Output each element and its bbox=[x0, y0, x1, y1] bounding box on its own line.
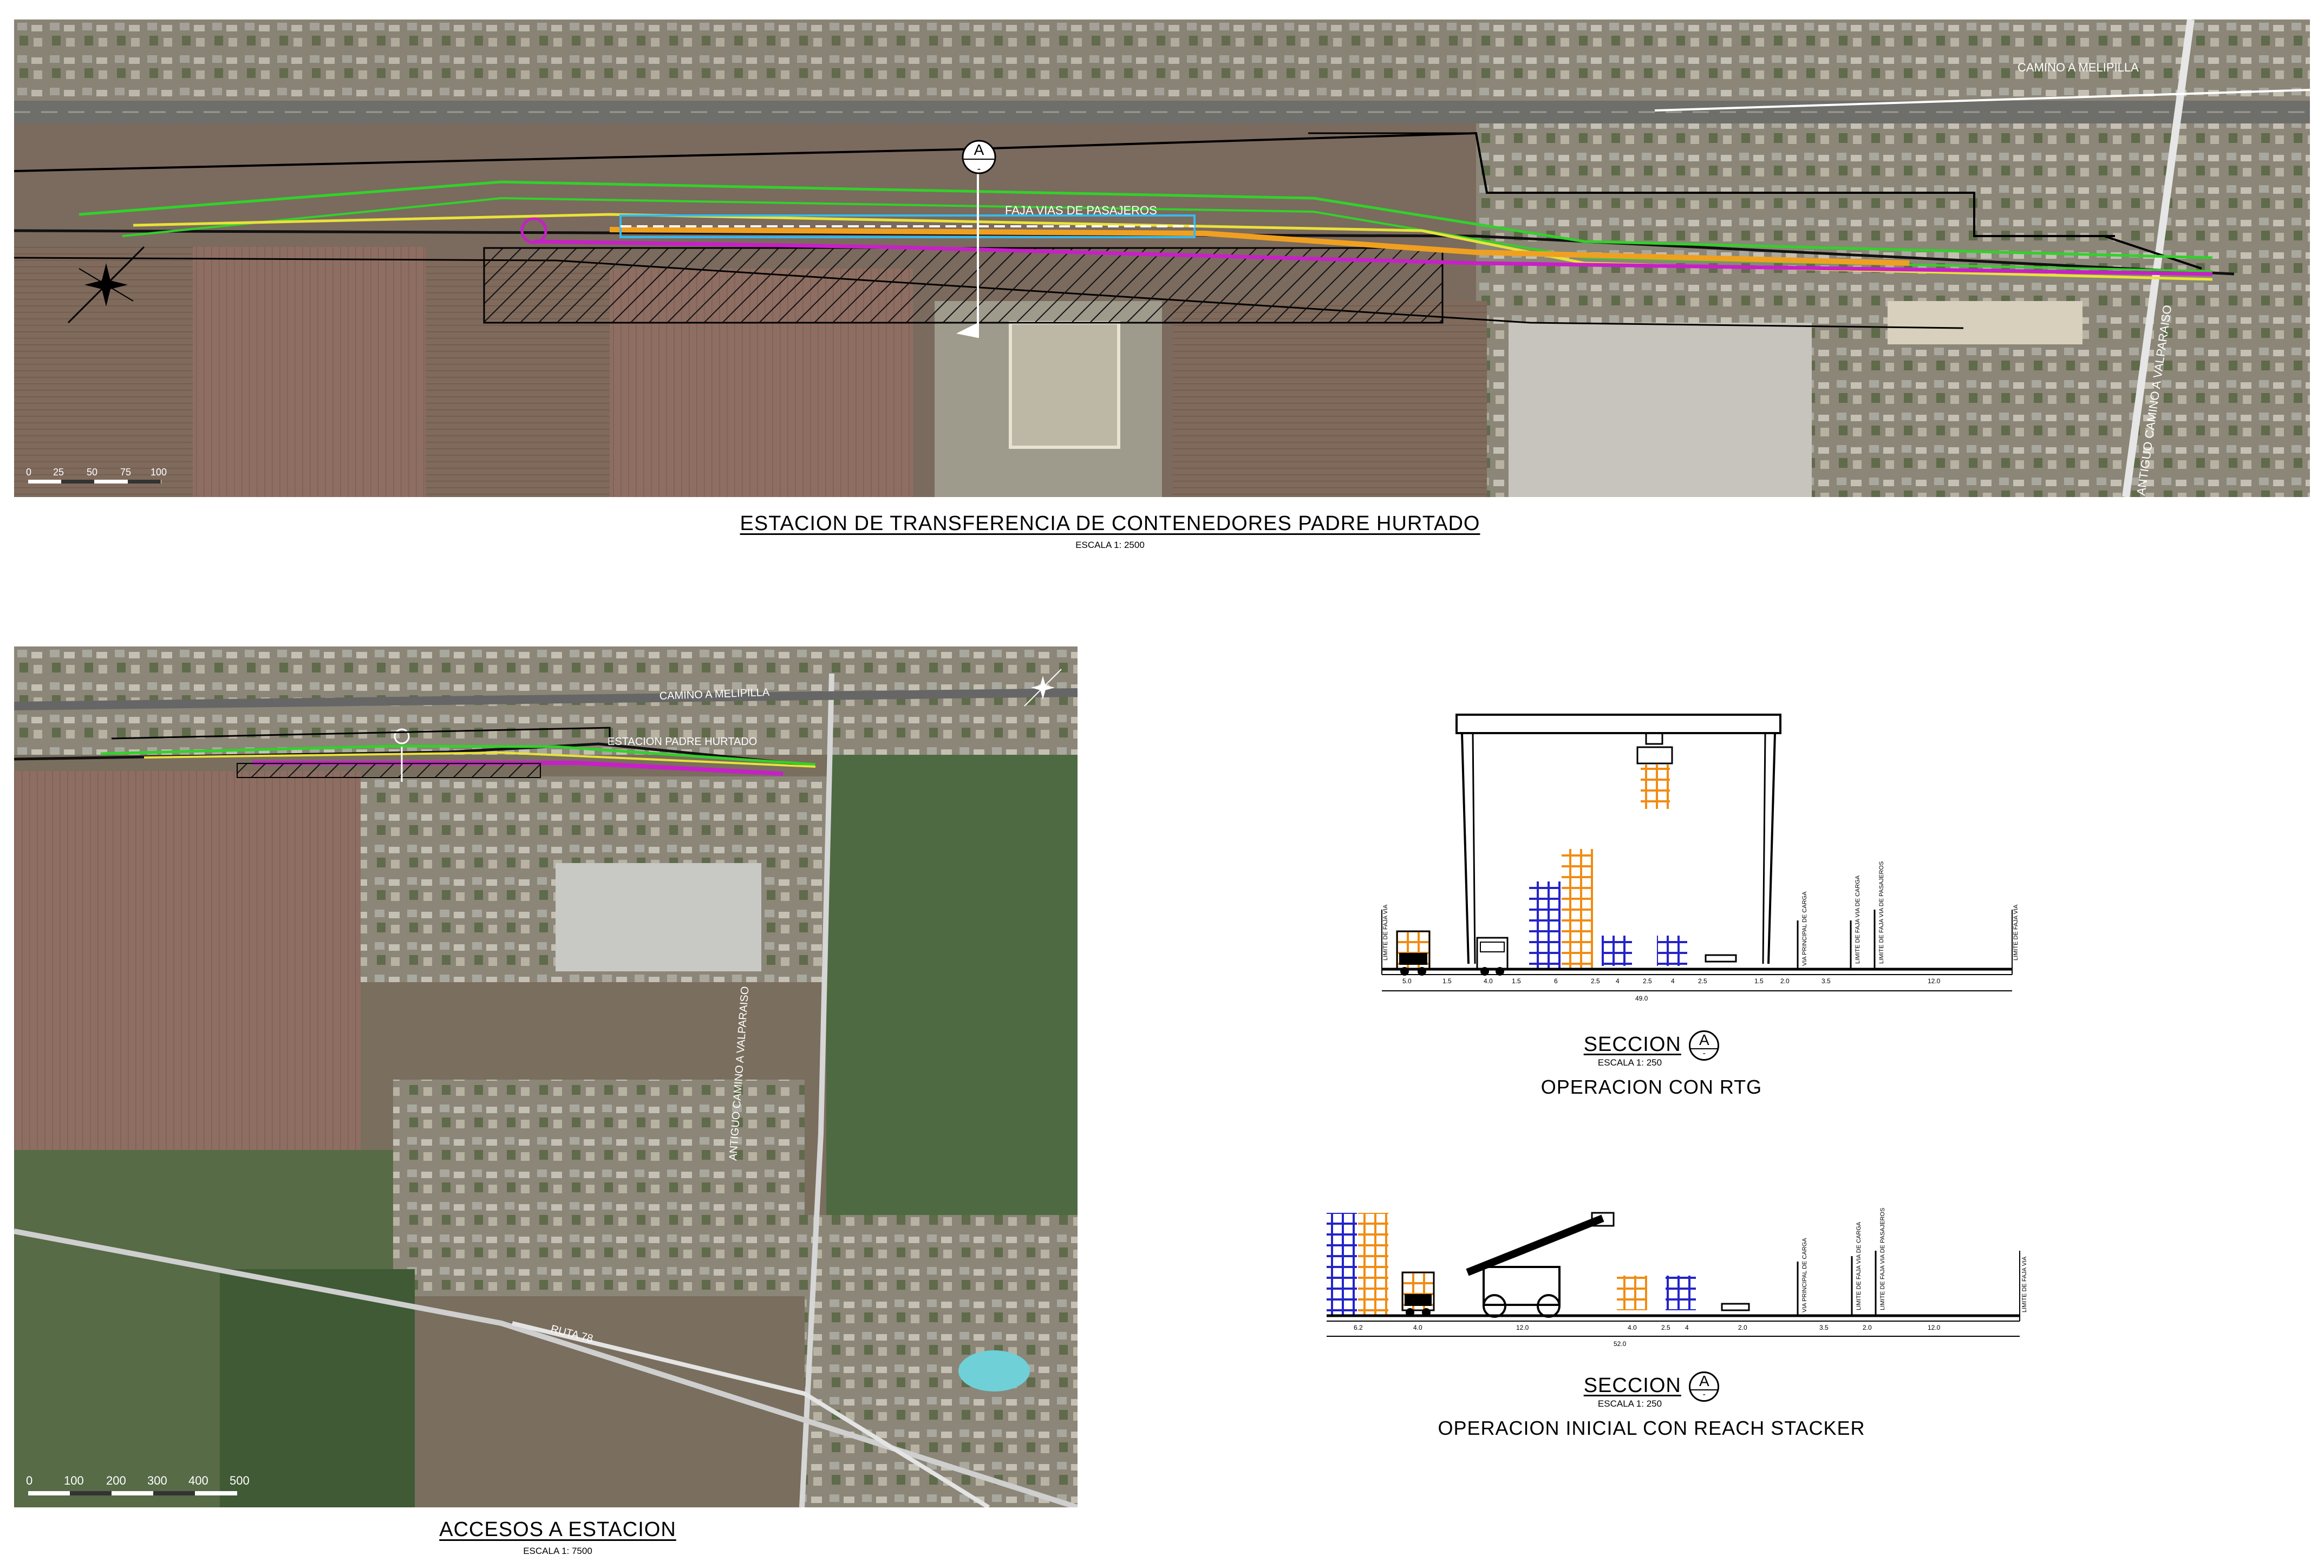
reach-dim: 4.0 bbox=[1413, 1324, 1422, 1331]
section-rtg-marker-icon: A - bbox=[1689, 1030, 1720, 1061]
access-station-label: ESTACION PADRE HURTADO bbox=[608, 736, 757, 748]
access-scale-tick-2: 200 bbox=[106, 1474, 126, 1487]
rtg-dim: 1.5 bbox=[1512, 977, 1521, 985]
access-aerial-map: CAMINO A MELIPILLA ESTACION PADRE HURTAD… bbox=[14, 646, 1078, 1507]
reach-dim: 4.0 bbox=[1628, 1324, 1637, 1331]
rtg-dim: 2.5 bbox=[1591, 977, 1600, 985]
main-scale-label: ESCALA 1: 2500 bbox=[1075, 540, 1145, 550]
reach-rail-label-2: LIMITE DE FAJA VIA DE PASAJEROS bbox=[1879, 1208, 1886, 1310]
reach-dim: 2.0 bbox=[1863, 1324, 1872, 1331]
container-stack-blue bbox=[1327, 1213, 1357, 1316]
rtg-dim: 4 bbox=[1671, 977, 1675, 985]
section-rtg-drawing: LIMITE DE FAJA VIA LIMITE DE FAJA VIA VI… bbox=[1381, 714, 2019, 1002]
rtg-dim: 2.5 bbox=[1643, 977, 1652, 985]
reach-rail-label-0: VIA PRINCIPAL DE CARGA bbox=[1801, 1238, 1808, 1312]
section-reach-title-block: SECCION A - ESCALA 1: 250 OPERACION INIC… bbox=[1354, 1371, 1949, 1440]
section-reach-marker: A bbox=[1699, 1372, 1709, 1389]
rtg-dim: 3.5 bbox=[1822, 977, 1831, 985]
reach-dim: 6.2 bbox=[1354, 1324, 1363, 1331]
section-rtg-marker-sub: - bbox=[1690, 1048, 1718, 1058]
rtg-rail-label-2: LIMITE DE FAJA VIA DE PASAJEROS bbox=[1878, 861, 1885, 964]
access-scale-tick-5: 500 bbox=[230, 1474, 250, 1487]
rtg-crane-icon bbox=[1455, 714, 1781, 964]
reach-dim: 2.5 bbox=[1661, 1324, 1670, 1331]
reach-rail-label-1: LIMITE DE FAJA VIA DE CARGA bbox=[1856, 1221, 1862, 1310]
rtg-dim: 1.5 bbox=[1442, 977, 1452, 985]
reach-dim: 2.0 bbox=[1738, 1324, 1747, 1331]
main-title-block: ESTACION DE TRANSFERENCIA DE CONTENEDORE… bbox=[704, 512, 1516, 551]
rtg-dim: 2.0 bbox=[1780, 977, 1790, 985]
reach-stacker-icon bbox=[1466, 1212, 1615, 1318]
access-scale-label: ESCALA 1: 7500 bbox=[523, 1546, 592, 1556]
reach-dim: 3.5 bbox=[1819, 1324, 1829, 1331]
main-aerial-map: A - CAMINO A MELIPILLA FAJA VIAS DE PASA… bbox=[14, 19, 2310, 497]
rtg-dim: 6 bbox=[1554, 977, 1558, 985]
section-rtg-title: SECCION bbox=[1583, 1033, 1681, 1056]
reach-total: 52.0 bbox=[1614, 1340, 1627, 1348]
section-reach-marker-icon: A - bbox=[1689, 1371, 1720, 1402]
reach-right-limit: LIMITE DE FAJA VIA bbox=[2021, 1256, 2028, 1312]
container-stack-blue bbox=[1529, 881, 1561, 968]
container-stack-blue bbox=[1602, 936, 1632, 966]
main-map-drawing: A - CAMINO A MELIPILLA FAJA VIAS DE PASA… bbox=[14, 19, 2310, 497]
rtg-dim: 2.5 bbox=[1698, 977, 1707, 985]
main-section-marker-sub: - bbox=[977, 163, 981, 175]
section-rtg-marker: A bbox=[1699, 1031, 1709, 1048]
section-reach-drawing: VIA PRINCIPAL DE CARGA LIMITE DE FAJA VI… bbox=[1327, 1208, 2028, 1348]
access-scale-tick-4: 400 bbox=[188, 1474, 208, 1487]
section-reach-subtitle: OPERACION INICIAL CON REACH STACKER bbox=[1438, 1416, 1865, 1439]
trailer-icon bbox=[1705, 954, 1737, 963]
main-scale-tick-2: 50 bbox=[87, 467, 97, 478]
rtg-dim: 4 bbox=[1616, 977, 1620, 985]
main-scale-tick-1: 25 bbox=[53, 467, 64, 478]
main-scale-tick-3: 75 bbox=[120, 467, 131, 478]
section-reach-title: SECCION bbox=[1583, 1374, 1681, 1397]
rtg-right-limit: LIMITE DE FAJA VIA bbox=[2013, 904, 2019, 961]
truck-icon bbox=[1401, 1271, 1435, 1317]
rtg-rail-label-1: LIMITE DE FAJA VIA DE CARGA bbox=[1855, 875, 1861, 964]
main-section-marker: A bbox=[974, 141, 984, 158]
main-scale-tick-0: 0 bbox=[26, 467, 31, 478]
container-stack-blue bbox=[1657, 936, 1687, 966]
container-stack-orange bbox=[1358, 1213, 1388, 1316]
container-stack-blue bbox=[1666, 1276, 1696, 1310]
access-scale-tick-1: 100 bbox=[64, 1474, 84, 1487]
main-scale-tick-4: 100 bbox=[151, 467, 167, 478]
rtg-dim: 12.0 bbox=[1928, 977, 1941, 985]
rtg-rail-label-0: VIA PRINCIPAL DE CARGA bbox=[1801, 891, 1808, 966]
access-map-drawing: CAMINO A MELIPILLA ESTACION PADRE HURTAD… bbox=[14, 646, 1078, 1507]
rtg-dimensions: 5.0 1.5 4.0 1.5 6 2.5 4 2.5 4 2.5 1.5 2.… bbox=[1402, 977, 1941, 1002]
reach-dim: 12.0 bbox=[1928, 1324, 1941, 1331]
access-scale-tick-3: 300 bbox=[147, 1474, 167, 1487]
main-strip-label: FAJA VIAS DE PASAJEROS bbox=[1005, 204, 1157, 217]
rtg-left-limit: LIMITE DE FAJA VIA bbox=[1382, 904, 1389, 961]
section-rtg-title-block: SECCION A - ESCALA 1: 250 OPERACION CON … bbox=[1516, 1030, 1787, 1099]
rtg-dim: 4.0 bbox=[1484, 977, 1493, 985]
access-title-block: ACCESOS A ESTACION ESCALA 1: 7500 bbox=[352, 1518, 763, 1557]
section-rtg-subtitle: OPERACION CON RTG bbox=[1540, 1075, 1762, 1098]
container-stack-orange bbox=[1562, 849, 1593, 968]
trailer-icon bbox=[1721, 1303, 1750, 1311]
access-scale-tick-0: 0 bbox=[26, 1474, 32, 1487]
main-road-label: CAMINO A MELIPILLA bbox=[2018, 61, 2139, 74]
access-title: ACCESOS A ESTACION bbox=[439, 1518, 676, 1541]
main-title: ESTACION DE TRANSFERENCIA DE CONTENEDORE… bbox=[740, 512, 1480, 535]
section-reach-marker-sub: - bbox=[1690, 1389, 1718, 1399]
container-stack-orange bbox=[1617, 1276, 1647, 1310]
reach-dim: 4 bbox=[1685, 1324, 1689, 1331]
rtg-dim: 5.0 bbox=[1402, 977, 1412, 985]
lagoon bbox=[958, 1350, 1030, 1391]
rtg-total: 49.0 bbox=[1635, 995, 1648, 1002]
reach-dim: 12.0 bbox=[1516, 1324, 1529, 1331]
rtg-dim: 1.5 bbox=[1754, 977, 1764, 985]
